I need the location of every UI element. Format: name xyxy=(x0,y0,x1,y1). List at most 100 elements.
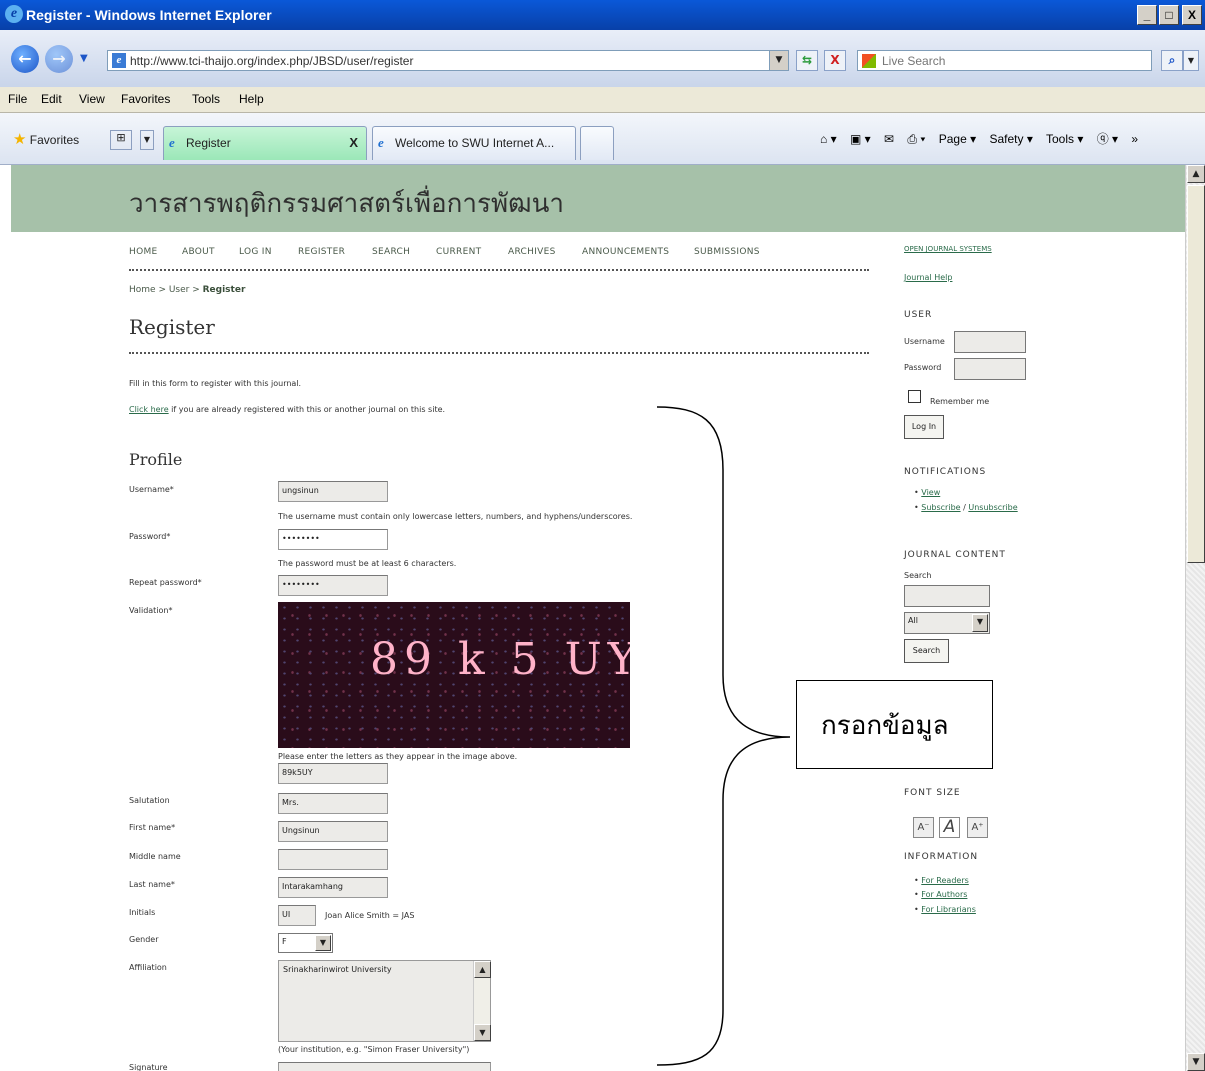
middle-name-field[interactable] xyxy=(278,849,388,870)
gender-select[interactable]: F ▼ xyxy=(278,933,333,953)
ojs-link[interactable]: OPEN JOURNAL SYSTEMS xyxy=(904,245,992,253)
font-default-icon[interactable]: A xyxy=(939,817,960,838)
new-tab-button[interactable] xyxy=(580,126,614,160)
address-field[interactable]: e http://www.tci-thaijo.org/index.php/JB… xyxy=(107,50,789,71)
for-authors-item: • For Authors xyxy=(914,890,968,899)
close-window-button[interactable]: X xyxy=(1182,5,1202,25)
print-icon[interactable]: ⎙ ▾ xyxy=(907,132,925,146)
address-dropdown-icon[interactable]: ▼ xyxy=(769,51,788,70)
sidebar-search-input[interactable] xyxy=(904,585,990,607)
repeat-password-field[interactable]: •••••••• xyxy=(278,575,388,596)
for-authors-link[interactable]: For Authors xyxy=(921,890,967,899)
live-search-box[interactable] xyxy=(857,50,1152,71)
sidebar-username-field[interactable] xyxy=(954,331,1026,353)
history-dropdown-icon[interactable]: ▼ xyxy=(80,53,88,64)
tab-swu[interactable]: e Welcome to SWU Internet A... xyxy=(372,126,576,160)
minimize-button[interactable]: _ xyxy=(1137,5,1157,25)
view-link[interactable]: View xyxy=(921,488,940,497)
textarea-scrollbar[interactable]: ▲ ▼ xyxy=(473,961,491,1041)
sidebar-password-field[interactable] xyxy=(954,358,1026,380)
middle-name-label: Middle name xyxy=(129,852,181,861)
back-button[interactable]: ← xyxy=(11,45,39,73)
log-in-button[interactable]: Log In xyxy=(904,415,944,439)
nav-current[interactable]: CURRENT xyxy=(436,247,481,257)
stop-button[interactable]: X xyxy=(824,50,846,71)
feeds-icon[interactable]: ▣ ▾ xyxy=(850,132,871,146)
chevron-down-icon: ▼ xyxy=(972,614,988,632)
subscribe-item: • Subscribe / Unsubscribe xyxy=(914,503,1018,512)
nav-search[interactable]: SEARCH xyxy=(372,247,410,257)
command-bar: ⌂ ▾ ▣ ▾ ✉ ⎙ ▾ Page ▾ Safety ▾ Tools ▾ ⓠ … xyxy=(820,130,1148,147)
search-go-button[interactable]: ⌕ xyxy=(1161,50,1183,71)
main-nav: HOME ABOUT LOG IN REGISTER SEARCH CURREN… xyxy=(129,247,869,271)
username-field[interactable]: ungsinun xyxy=(278,481,388,502)
affiliation-textarea[interactable]: Srinakharinwirot University ▲ ▼ xyxy=(278,960,491,1042)
ie-logo-icon: e xyxy=(5,5,23,23)
scroll-thumb[interactable] xyxy=(1187,185,1205,563)
gender-label: Gender xyxy=(129,935,159,944)
menu-tools[interactable]: Tools xyxy=(192,92,220,106)
first-name-field[interactable]: Ungsinun xyxy=(278,821,388,842)
journal-banner: วารสารพฤติกรรมศาสตร์เพื่อการพัฒนา xyxy=(11,165,1185,232)
for-librarians-link[interactable]: For Librarians xyxy=(921,905,976,914)
initials-field[interactable]: UI xyxy=(278,905,316,926)
unsubscribe-link[interactable]: Unsubscribe xyxy=(968,503,1017,512)
password-note: The password must be at least 6 characte… xyxy=(278,559,457,568)
address-url[interactable]: http://www.tci-thaijo.org/index.php/JBSD… xyxy=(130,54,413,68)
nav-archives[interactable]: ARCHIVES xyxy=(508,247,556,257)
help-icon[interactable]: ⓠ ▾ xyxy=(1097,132,1118,146)
mail-icon[interactable]: ✉ xyxy=(884,132,894,146)
quick-tabs-icon[interactable]: ⊞ xyxy=(110,130,132,150)
tools-menu[interactable]: Tools ▾ xyxy=(1046,132,1083,146)
subscribe-link[interactable]: Subscribe xyxy=(921,503,960,512)
salutation-field[interactable]: Mrs. xyxy=(278,793,388,814)
breadcrumb-home[interactable]: Home xyxy=(129,285,156,295)
nav-about[interactable]: ABOUT xyxy=(182,247,215,257)
scroll-up-icon[interactable]: ▲ xyxy=(1187,165,1205,183)
tab-list-icon[interactable]: ▼ xyxy=(140,130,154,150)
nav-submissions[interactable]: SUBMISSIONS xyxy=(694,247,760,257)
nav-announcements[interactable]: ANNOUNCEMENTS xyxy=(582,247,669,257)
scroll-down-icon[interactable]: ▼ xyxy=(1187,1053,1205,1071)
safety-menu[interactable]: Safety ▾ xyxy=(989,132,1032,146)
close-tab-icon[interactable]: X xyxy=(349,135,358,150)
breadcrumb-user[interactable]: User xyxy=(169,285,190,295)
menu-edit[interactable]: Edit xyxy=(41,92,62,106)
nav-register[interactable]: REGISTER xyxy=(298,247,345,257)
font-large-icon[interactable]: A⁺ xyxy=(967,817,988,838)
menu-help[interactable]: Help xyxy=(239,92,264,106)
journal-help-link[interactable]: Journal Help xyxy=(904,273,952,282)
sidebar-search-button[interactable]: Search xyxy=(904,639,949,663)
menu-file[interactable]: File xyxy=(8,92,27,106)
favorites-button[interactable]: ★ Favorites xyxy=(13,130,79,148)
search-scope-select[interactable]: All ▼ xyxy=(904,612,990,634)
live-search-input[interactable] xyxy=(880,52,1140,69)
signature-field[interactable] xyxy=(278,1062,491,1071)
sidebar-username-label: Username xyxy=(904,337,945,346)
validation-field[interactable]: 89k5UY xyxy=(278,763,388,784)
password-field[interactable]: •••••••• xyxy=(278,529,388,550)
affiliation-note: (Your institution, e.g. "Simon Fraser Un… xyxy=(278,1045,470,1054)
forward-button[interactable]: → xyxy=(45,45,73,73)
nav-login[interactable]: LOG IN xyxy=(239,247,272,257)
click-here-link[interactable]: Click here xyxy=(129,405,169,414)
search-options-icon[interactable]: ▼ xyxy=(1183,50,1199,71)
tab-register[interactable]: e Register X xyxy=(163,126,367,160)
page-menu[interactable]: Page ▾ xyxy=(939,132,976,146)
page-scrollbar[interactable]: ▲ ▼ xyxy=(1185,165,1205,1071)
last-name-field[interactable]: Intarakamhang xyxy=(278,877,388,898)
scroll-up-icon[interactable]: ▲ xyxy=(474,961,491,978)
breadcrumb: Home > User > Register xyxy=(129,285,246,295)
for-readers-link[interactable]: For Readers xyxy=(921,876,969,885)
overflow-icon[interactable]: » xyxy=(1131,132,1138,146)
home-icon[interactable]: ⌂ ▾ xyxy=(820,132,837,146)
maximize-button[interactable]: □ xyxy=(1159,5,1179,25)
refresh-button[interactable]: ⇆ xyxy=(796,50,818,71)
scroll-down-icon[interactable]: ▼ xyxy=(474,1024,491,1041)
menu-favorites[interactable]: Favorites xyxy=(121,92,170,106)
font-small-icon[interactable]: A⁻ xyxy=(913,817,934,838)
page-icon: e xyxy=(112,53,126,68)
nav-home[interactable]: HOME xyxy=(129,247,158,257)
menu-view[interactable]: View xyxy=(79,92,105,106)
remember-me-checkbox[interactable] xyxy=(908,390,921,403)
